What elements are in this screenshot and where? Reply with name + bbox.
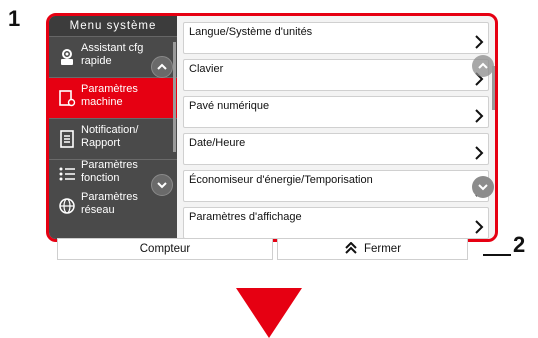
chevron-right-icon bbox=[475, 35, 484, 49]
sidebar-title: Menu système bbox=[49, 16, 177, 37]
chevron-right-icon bbox=[475, 146, 484, 160]
sidebar-item-machine-settings[interactable]: Paramètres machine bbox=[49, 78, 177, 118]
sidebar-scrollbar[interactable] bbox=[173, 42, 176, 152]
counter-button[interactable]: Compteur bbox=[57, 238, 273, 260]
chevron-down-icon bbox=[157, 182, 167, 189]
list-item-keyboard[interactable]: Clavier bbox=[183, 59, 489, 91]
list-item-label: Paramètres d'affichage bbox=[189, 211, 302, 223]
sidebar-item-label: Paramètres réseau bbox=[81, 191, 138, 216]
panel-screen: Menu système Assistant cfg rapide Paramè… bbox=[46, 13, 498, 242]
list-item-label: Langue/Système d'unités bbox=[189, 26, 313, 38]
sidebar-item-label: Assistant cfg rapide bbox=[81, 42, 144, 67]
callout-number-2: 2 bbox=[513, 232, 526, 257]
chevron-up-icon bbox=[157, 63, 167, 70]
list-item-label: Pavé numérique bbox=[189, 100, 270, 112]
close-button-label: Fermer bbox=[363, 243, 402, 255]
close-button[interactable]: Fermer bbox=[277, 238, 468, 260]
double-chevron-up-icon bbox=[345, 241, 357, 254]
chevron-up-icon bbox=[478, 62, 488, 69]
gear-wizard-icon bbox=[61, 49, 73, 65]
list-item-label: Économiseur d'énergie/Temporisation bbox=[189, 174, 373, 186]
list-scroll-up-button[interactable] bbox=[472, 55, 494, 77]
sidebar-item-label: Notification/ Rapport bbox=[81, 124, 139, 149]
device-settings-icon bbox=[59, 90, 76, 107]
list-item-numeric-keypad[interactable]: Pavé numérique bbox=[183, 96, 489, 128]
sidebar-item-label: Paramètres machine bbox=[81, 83, 138, 108]
list-settings-icon bbox=[59, 167, 75, 181]
callout-number-1: 1 bbox=[8, 6, 21, 31]
list-scroll-down-button[interactable] bbox=[472, 176, 494, 198]
list-scrollbar[interactable] bbox=[492, 66, 495, 110]
list-item-display-settings[interactable]: Paramètres d'affichage bbox=[183, 207, 489, 239]
arrow-down-icon bbox=[236, 288, 302, 338]
list-item-label: Date/Heure bbox=[189, 137, 246, 149]
sidebar-item-notification-report[interactable]: Notification/ Rapport bbox=[49, 119, 177, 159]
globe-network-icon bbox=[59, 198, 75, 214]
list-item-label: Clavier bbox=[189, 63, 224, 75]
counter-button-label: Compteur bbox=[139, 243, 191, 255]
sidebar: Menu système Assistant cfg rapide Paramè… bbox=[49, 16, 177, 239]
list-item-date-time[interactable]: Date/Heure bbox=[183, 133, 489, 165]
list-item-energy-saver[interactable]: Économiseur d'énergie/Temporisation bbox=[183, 170, 489, 202]
sidebar-scroll-up-button[interactable] bbox=[151, 56, 173, 78]
sidebar-scroll-down-button[interactable] bbox=[151, 174, 173, 196]
chevron-right-icon bbox=[475, 109, 484, 123]
report-icon bbox=[60, 130, 74, 148]
chevron-down-icon bbox=[478, 184, 488, 191]
list-item-language-units[interactable]: Langue/Système d'unités bbox=[183, 22, 489, 54]
chevron-right-icon bbox=[475, 220, 484, 234]
sidebar-item-label: Paramètres fonction bbox=[81, 159, 138, 184]
callout-leader-line bbox=[483, 254, 511, 256]
